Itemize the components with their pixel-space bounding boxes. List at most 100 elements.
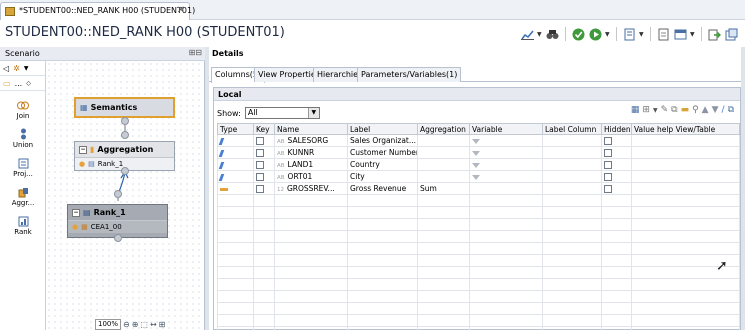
auto-layout-icon[interactable]: ⊞ bbox=[159, 320, 166, 329]
key-checkbox[interactable] bbox=[256, 173, 264, 181]
edit-icon[interactable]: ✎ bbox=[661, 105, 669, 115]
table-cell[interactable] bbox=[217, 242, 254, 255]
table-row[interactable]: AB LAND1 Country bbox=[217, 158, 740, 171]
expand-arrows-icon[interactable]: ◇ bbox=[26, 80, 31, 87]
table-row[interactable]: AB ORT01 City bbox=[217, 170, 740, 183]
table-cell[interactable] bbox=[347, 218, 418, 231]
table-cell[interactable] bbox=[631, 158, 740, 171]
table-row[interactable] bbox=[217, 194, 740, 207]
tab-parameters-variables[interactable]: Parameters/Variables(1) bbox=[357, 67, 462, 82]
table-cell[interactable] bbox=[274, 254, 348, 267]
table-cell[interactable] bbox=[217, 134, 254, 147]
zoom-in-icon[interactable]: ⊕ bbox=[132, 320, 139, 329]
table-cell[interactable]: AB ORT01 bbox=[274, 170, 348, 183]
filter-icon[interactable] bbox=[472, 162, 480, 168]
table-cell[interactable]: AB KUNNR bbox=[274, 146, 348, 159]
palette-item-rank[interactable]: Rank bbox=[0, 215, 46, 236]
table-cell[interactable] bbox=[631, 170, 740, 183]
table-cell[interactable] bbox=[469, 290, 543, 303]
table-cell[interactable] bbox=[469, 146, 543, 159]
table-cell[interactable] bbox=[347, 206, 418, 219]
table-cell[interactable] bbox=[274, 278, 348, 291]
column-header[interactable]: Name bbox=[274, 123, 348, 135]
layout-icon[interactable] bbox=[673, 27, 688, 42]
table-cell[interactable] bbox=[217, 290, 254, 303]
table-cell[interactable]: AB SALESORG bbox=[274, 134, 348, 147]
table-cell[interactable] bbox=[469, 326, 543, 330]
table-cell[interactable] bbox=[274, 326, 348, 330]
table-cell[interactable] bbox=[217, 266, 254, 279]
table-cell[interactable] bbox=[217, 302, 254, 315]
table-cell[interactable] bbox=[542, 194, 602, 207]
properties-icon[interactable] bbox=[724, 27, 739, 42]
table-cell[interactable] bbox=[469, 314, 543, 327]
collapse-icon[interactable]: ⊟ bbox=[195, 48, 202, 57]
column-aggregation[interactable] bbox=[417, 146, 470, 159]
key-checkbox[interactable] bbox=[256, 149, 264, 157]
table-cell[interactable]: AB LAND1 bbox=[274, 158, 348, 171]
attribute-icon[interactable]: / bbox=[722, 105, 725, 115]
table-cell[interactable] bbox=[601, 230, 632, 243]
table-cell[interactable] bbox=[274, 230, 348, 243]
table-cell[interactable] bbox=[469, 278, 543, 291]
table-cell[interactable] bbox=[217, 230, 254, 243]
table-cell[interactable] bbox=[631, 134, 740, 147]
chevron-down-icon[interactable]: ▼ bbox=[605, 31, 611, 38]
table-cell[interactable] bbox=[417, 242, 470, 255]
editor-tab[interactable]: *STUDENT00::NED_RANK H00 (STUDENT01) ✕ bbox=[0, 2, 195, 20]
table-row[interactable] bbox=[217, 266, 740, 279]
table-row[interactable]: AB KUNNR Customer Number bbox=[217, 146, 740, 159]
table-cell[interactable] bbox=[253, 158, 275, 171]
zoom-level[interactable]: 100% bbox=[95, 319, 121, 330]
table-cell[interactable] bbox=[274, 302, 348, 315]
palette-item-aggregation[interactable]: Aggr... bbox=[0, 186, 46, 207]
select-tool-icon[interactable]: ✲ bbox=[13, 64, 20, 73]
table-row[interactable] bbox=[217, 206, 740, 219]
table-cell[interactable] bbox=[253, 194, 275, 207]
table-cell[interactable] bbox=[601, 158, 632, 171]
table-cell[interactable] bbox=[253, 266, 275, 279]
wand-icon[interactable]: ⚲ bbox=[692, 105, 699, 115]
table-cell[interactable] bbox=[253, 182, 275, 195]
table-cell[interactable] bbox=[253, 206, 275, 219]
table-row[interactable] bbox=[217, 302, 740, 315]
column-header[interactable]: Value help View/Table bbox=[631, 123, 740, 135]
table-cell[interactable] bbox=[542, 134, 602, 147]
palette-item-join[interactable]: Join bbox=[0, 99, 46, 120]
table-cell[interactable] bbox=[417, 230, 470, 243]
table-cell[interactable] bbox=[347, 254, 418, 267]
table-cell[interactable] bbox=[417, 278, 470, 291]
table-cell[interactable] bbox=[542, 242, 602, 255]
document-icon[interactable] bbox=[656, 27, 671, 42]
hidden-checkbox[interactable] bbox=[604, 161, 612, 169]
properties-icon[interactable]: ⧉ bbox=[728, 105, 734, 115]
table-cell[interactable] bbox=[542, 314, 602, 327]
table-cell[interactable] bbox=[542, 206, 602, 219]
table-cell[interactable] bbox=[601, 242, 632, 255]
table-cell[interactable] bbox=[253, 146, 275, 159]
column-header[interactable]: Hidden bbox=[601, 123, 632, 135]
table-cell[interactable] bbox=[217, 314, 254, 327]
table-cell[interactable] bbox=[601, 254, 632, 267]
table-cell[interactable] bbox=[253, 326, 275, 330]
table-cell[interactable] bbox=[542, 254, 602, 267]
table-cell[interactable] bbox=[417, 266, 470, 279]
column-header[interactable]: Type bbox=[217, 123, 254, 135]
table-cell[interactable] bbox=[631, 290, 740, 303]
table-cell[interactable] bbox=[417, 194, 470, 207]
hidden-checkbox[interactable] bbox=[604, 137, 612, 145]
table-cell[interactable] bbox=[417, 314, 470, 327]
table-cell[interactable] bbox=[274, 242, 348, 255]
grid-view-icon[interactable]: ▦ bbox=[631, 105, 640, 115]
table-row[interactable] bbox=[217, 314, 740, 327]
key-checkbox[interactable] bbox=[256, 161, 264, 169]
column-header[interactable]: Key bbox=[253, 123, 275, 135]
table-cell[interactable] bbox=[274, 218, 348, 231]
move-down-icon[interactable]: ▼ bbox=[712, 105, 719, 115]
table-cell[interactable] bbox=[253, 254, 275, 267]
palette-item-union[interactable]: Union bbox=[0, 128, 46, 149]
table-cell[interactable] bbox=[542, 278, 602, 291]
table-cell[interactable] bbox=[217, 182, 254, 195]
table-cell[interactable] bbox=[274, 194, 348, 207]
filter-icon[interactable] bbox=[472, 174, 480, 180]
